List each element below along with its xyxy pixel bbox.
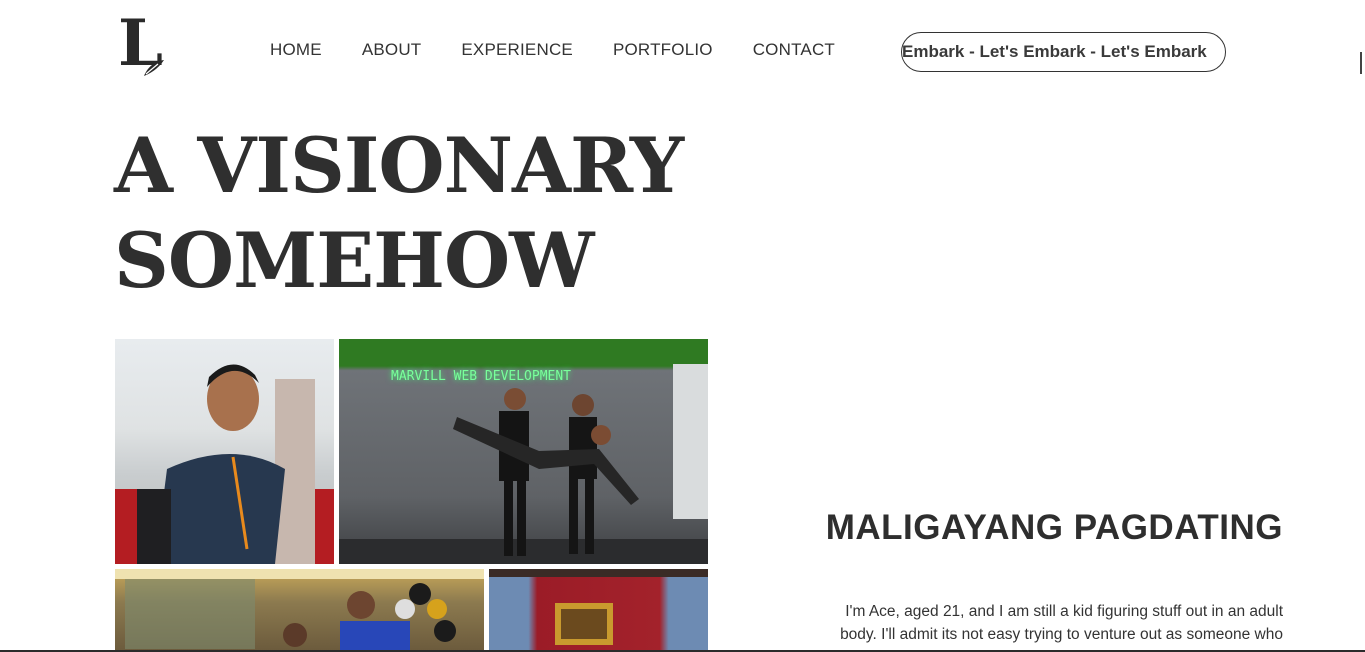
nav-experience[interactable]: EXPERIENCE — [461, 40, 573, 60]
neon-sign: MARVILL WEB DEVELOPMENT — [391, 369, 572, 384]
portrait-photo — [115, 339, 334, 564]
welcome-heading: MALIGAYANG PAGDATING — [825, 508, 1283, 547]
embark-button[interactable]: Embark - Let's Embark - Let's Embark — [901, 32, 1226, 72]
scroll-indicator — [1360, 52, 1362, 74]
nav-home[interactable]: HOME — [270, 40, 322, 60]
nav-about[interactable]: ABOUT — [362, 40, 422, 60]
embark-button-label: Embark - Let's Embark - Let's Embark — [902, 42, 1207, 61]
hero-line-2: SOMEHOW — [114, 216, 595, 305]
nav-contact[interactable]: CONTACT — [753, 40, 835, 60]
feather-icon — [144, 60, 164, 76]
portrait-illustration — [115, 364, 334, 564]
gallery-illustration — [489, 569, 708, 645]
hero-title: A VISIONARY SOMEHOW — [114, 118, 684, 308]
intro-line-1: I'm Ace, aged 21, and I am still a kid f… — [845, 603, 1283, 620]
team-photo: MARVILL WEB DEVELOPMENT — [339, 339, 708, 564]
party-illustration — [115, 569, 484, 652]
main-navigation: HOME ABOUT EXPERIENCE PORTFOLIO CONTACT — [270, 40, 835, 60]
nav-portfolio[interactable]: PORTFOLIO — [613, 40, 713, 60]
gallery-photo — [489, 569, 708, 652]
hero-line-1: A VISIONARY — [114, 121, 684, 210]
site-logo[interactable]: L — [118, 12, 170, 80]
intro-paragraph: I'm Ace, aged 21, and I am still a kid f… — [790, 600, 1283, 646]
party-photo — [115, 569, 484, 652]
intro-line-2: body. I'll admit its not easy trying to … — [840, 626, 1283, 643]
